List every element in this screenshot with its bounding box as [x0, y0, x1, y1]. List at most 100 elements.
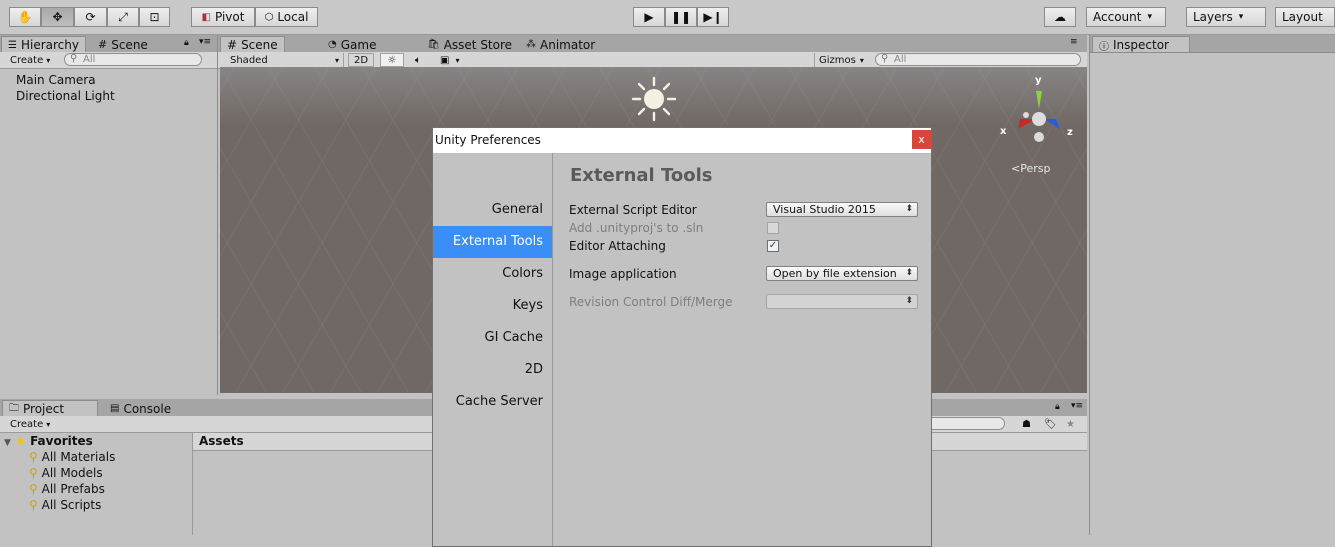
tab-scene-label: Scene — [241, 38, 278, 52]
close-icon: x — [918, 133, 925, 146]
dropdown-arrow-icon: ▾ — [859, 55, 864, 65]
script-editor-label: External Script Editor — [569, 203, 697, 217]
tab-scene[interactable]: # Scene — [220, 36, 285, 52]
expand-arrow-icon: ▼ — [4, 438, 11, 448]
image-icon: ▣ — [440, 54, 450, 66]
scene-orientation-gizmo[interactable]: y x z — [998, 75, 1078, 151]
search-by-label-button[interactable]: 🏷︎ — [1040, 417, 1058, 431]
lighting-toggle[interactable]: ☼ — [380, 53, 404, 67]
dropdown-arrow-icon: ▾ — [46, 419, 51, 429]
favorites-node[interactable]: ▼ ★ Favorites — [4, 434, 93, 448]
effects-dropdown[interactable]: ▣ ▾ — [436, 53, 466, 67]
tab-project[interactable]: 🗀 Project — [2, 400, 98, 416]
shading-mode-dropdown[interactable]: Shaded ▾ — [226, 53, 344, 67]
play-button[interactable]: ▶ — [633, 7, 665, 27]
search-by-type-button[interactable]: ☗ — [1018, 417, 1036, 431]
lock-icon[interactable]: 🔒︎ — [1055, 402, 1060, 412]
animator-icon: ⁂ — [526, 39, 536, 50]
hand-tool-button[interactable]: ✋ — [9, 7, 41, 27]
audio-toggle[interactable]: 🔈︎ — [406, 53, 430, 67]
pivot-icon: ◧ — [201, 11, 211, 23]
gizmos-label: Gizmos — [819, 54, 856, 66]
tab-game-label: Game — [340, 37, 377, 52]
play-icon: ▶ — [644, 10, 654, 24]
layout-dropdown[interactable]: Layout — [1275, 7, 1335, 27]
inspector-panel: ⓘ Inspector — [1089, 35, 1335, 535]
search-icon: ⚲ — [29, 466, 38, 480]
tab-hierarchy[interactable]: ☰ Hierarchy — [1, 36, 86, 52]
search-icon: ⚲ — [29, 482, 38, 496]
scale-tool-button[interactable]: ⤢ — [107, 7, 139, 27]
nav-keys[interactable]: Keys — [433, 290, 552, 322]
revision-control-label: Revision Control Diff/Merge — [569, 295, 733, 309]
favorite-item[interactable]: ⚲ All Prefabs — [29, 482, 105, 496]
project-create-dropdown[interactable]: Create ▾ — [6, 417, 54, 431]
layout-label: Layout — [1282, 10, 1323, 24]
dropdown-arrow-icon: ▾ — [46, 55, 51, 65]
account-dropdown[interactable]: Account — [1086, 7, 1166, 27]
favorite-filter-button[interactable]: ★ — [1062, 417, 1080, 431]
layers-label: Layers — [1193, 10, 1233, 24]
projection-toggle[interactable]: <Persp — [1011, 162, 1050, 175]
close-button[interactable]: x — [912, 130, 931, 149]
gizmos-dropdown[interactable]: Gizmos ▾ — [814, 53, 866, 67]
favorite-item[interactable]: ⚲ All Models — [29, 466, 103, 480]
panel-menu-icon[interactable]: ▾≡ — [199, 37, 211, 47]
panel-menu-icon[interactable]: ≡ — [1070, 37, 1078, 47]
panel-menu-icon[interactable]: ▾≡ — [1071, 401, 1083, 411]
move-tool-button[interactable]: ✥ — [41, 7, 74, 27]
favorite-item[interactable]: ⚲ All Materials — [29, 450, 115, 464]
rect-tool-button[interactable]: ⊡ — [139, 7, 170, 27]
nav-2d[interactable]: 2D — [433, 354, 552, 386]
favorite-item[interactable]: ⚲ All Scripts — [29, 498, 101, 512]
folder-icon: 🗀 — [9, 402, 19, 414]
pause-button[interactable]: ❚❚ — [665, 7, 697, 27]
editor-attaching-checkbox[interactable]: ✓ — [767, 240, 779, 252]
console-icon: ▤ — [110, 403, 120, 414]
script-editor-dropdown[interactable]: Visual Studio 2015 — [766, 202, 918, 217]
tab-asset-store-label: Asset Store — [443, 37, 513, 52]
nav-general[interactable]: General — [433, 194, 552, 226]
scene-search-input[interactable]: All — [875, 53, 1081, 66]
2d-label: 2D — [353, 54, 369, 66]
tab-asset-store[interactable]: 🛍︎ Asset Store — [421, 36, 518, 52]
favorite-label: All Materials — [41, 450, 116, 464]
revision-control-dropdown[interactable] — [766, 294, 918, 309]
nav-gi-cache[interactable]: GI Cache — [433, 322, 552, 354]
tab-game[interactable]: ◔ Game — [322, 36, 382, 52]
cloud-button[interactable]: ☁ — [1044, 7, 1076, 27]
layers-dropdown[interactable]: Layers — [1186, 7, 1266, 27]
favorite-label: All Prefabs — [41, 482, 105, 496]
nav-external-tools[interactable]: External Tools — [433, 226, 552, 258]
lock-icon[interactable]: 🔒︎ — [184, 38, 189, 48]
tab-scene-small[interactable]: # Scene — [92, 36, 154, 52]
inspector-tabbar: ⓘ Inspector — [1090, 35, 1335, 53]
nav-colors[interactable]: Colors — [433, 258, 552, 290]
directional-light-gizmo-icon[interactable] — [630, 75, 678, 123]
cloud-icon: ☁ — [1054, 10, 1066, 24]
pivot-toggle[interactable]: ◧ Pivot — [191, 7, 255, 27]
tab-animator[interactable]: ⁂ Animator — [520, 36, 601, 52]
image-application-dropdown[interactable]: Open by file extension — [766, 266, 918, 281]
add-unityproj-checkbox[interactable] — [767, 222, 779, 234]
hierarchy-search-input[interactable]: All — [64, 53, 202, 66]
tab-console[interactable]: ▤ Console — [104, 400, 177, 416]
hierarchy-create-dropdown[interactable]: Create ▾ — [6, 53, 54, 67]
local-toggle[interactable]: ⬡ Local — [255, 7, 318, 27]
step-icon: ▶❙ — [703, 10, 723, 24]
create-label: Create — [10, 418, 44, 430]
2d-toggle[interactable]: 2D — [348, 53, 374, 67]
axis-y-label: y — [1035, 75, 1042, 86]
hand-icon: ✋ — [17, 10, 33, 24]
rotate-tool-button[interactable]: ⟳ — [74, 7, 107, 27]
search-icon: ⚲ — [29, 450, 38, 464]
tab-inspector[interactable]: ⓘ Inspector — [1092, 36, 1190, 53]
step-button[interactable]: ▶❙ — [697, 7, 729, 27]
dialog-titlebar: Unity Preferences x — [433, 128, 931, 154]
projection-label: Persp — [1020, 162, 1051, 175]
hierarchy-item-main-camera[interactable]: Main Camera — [16, 73, 96, 87]
favorite-label: All Scripts — [41, 498, 102, 512]
grid-icon: # — [227, 38, 238, 52]
hierarchy-item-directional-light[interactable]: Directional Light — [16, 89, 115, 103]
nav-cache-server[interactable]: Cache Server — [433, 386, 552, 418]
